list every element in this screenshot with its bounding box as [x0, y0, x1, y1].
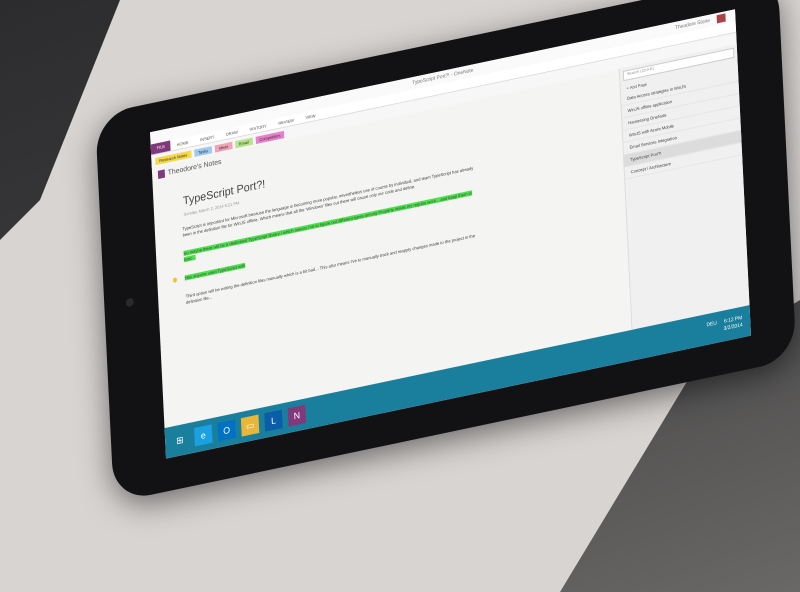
system-tray[interactable]: DEU 6:12 PM 3/2/2014 [706, 315, 742, 337]
lync-icon[interactable]: L [264, 409, 283, 432]
windows-start-icon[interactable]: ⊞ [171, 429, 189, 451]
front-camera [125, 297, 134, 308]
outlook-icon[interactable]: O [217, 419, 236, 442]
highlighted-text[interactable]: Has anyone used TypeScript with [184, 262, 246, 281]
idea-bulb-icon [172, 277, 178, 284]
language-indicator[interactable]: DEU [706, 320, 717, 328]
avatar[interactable] [716, 13, 726, 24]
onenote-icon[interactable]: N [287, 404, 307, 427]
notebook-title: Theodore's Notes [167, 158, 222, 177]
notebook-icon [157, 169, 166, 179]
internet-explorer-icon[interactable]: e [194, 424, 213, 447]
page-list: Search (Ctrl+E) + Add Page Data Access s… [618, 43, 750, 330]
file-explorer-icon[interactable]: ▭ [240, 414, 260, 437]
